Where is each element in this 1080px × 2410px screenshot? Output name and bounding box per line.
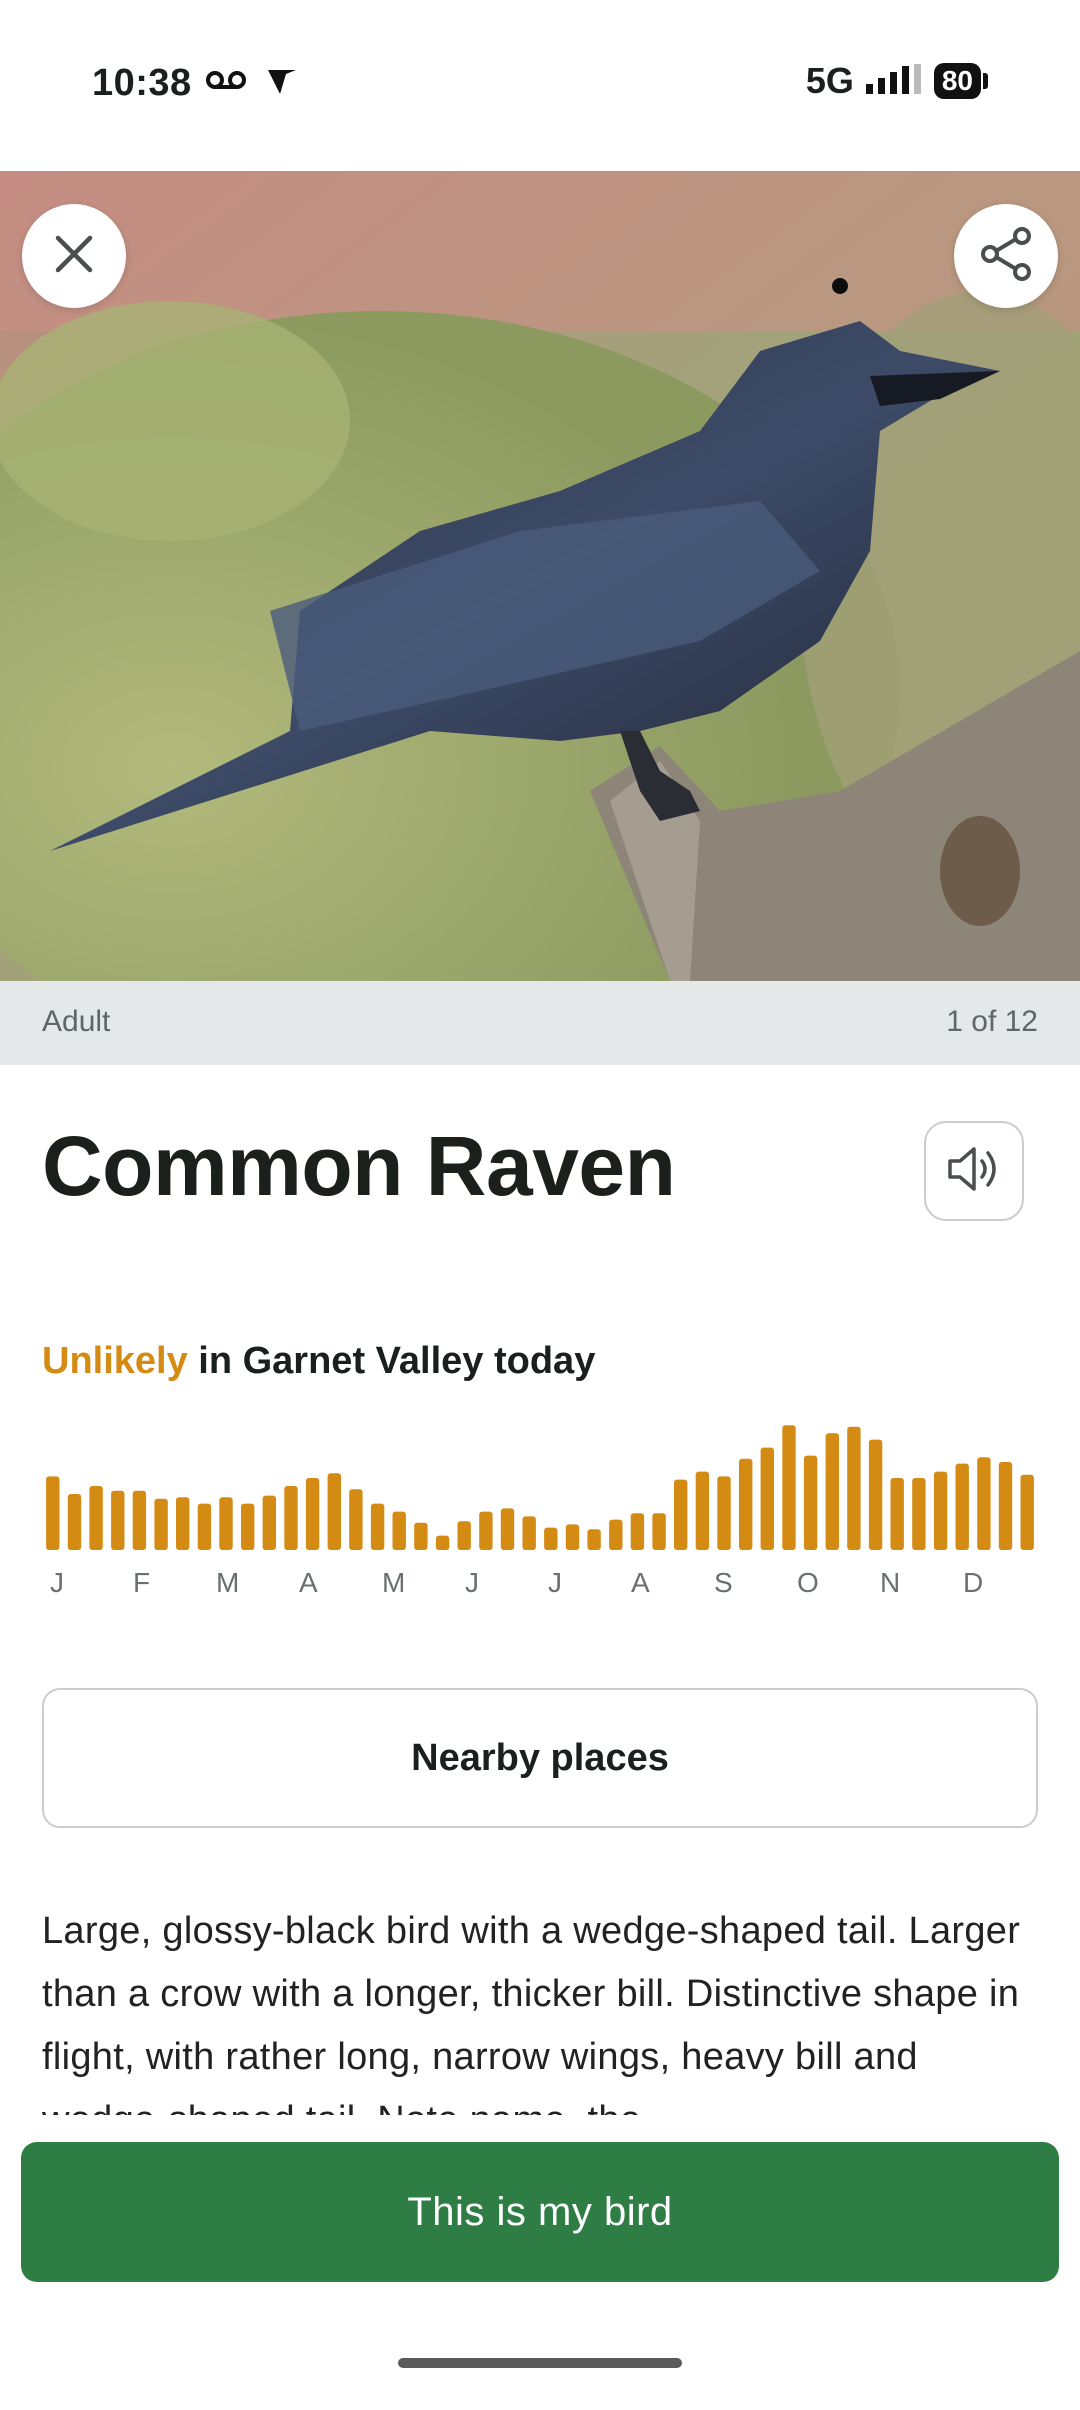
month-tick-label: J [548, 1567, 562, 1598]
chart-bar [111, 1490, 125, 1550]
play-sound-button[interactable] [924, 1121, 1024, 1221]
month-tick-label: J [465, 1567, 479, 1598]
month-tick-label: O [797, 1567, 819, 1598]
chart-bar [132, 1490, 147, 1550]
month-tick-label: M [382, 1567, 405, 1598]
chart-bar [392, 1511, 406, 1550]
likelihood-text: Unlikely in Garnet Valley today [42, 1340, 595, 1383]
chart-bar [803, 1455, 818, 1550]
chart-bar [652, 1513, 666, 1550]
month-tick-label: A [631, 1567, 650, 1598]
month-tick-label: S [714, 1567, 733, 1598]
bird-description: Large, glossy-black bird with a wedge-sh… [42, 1910, 1021, 2115]
chart-bar [760, 1447, 774, 1550]
chart-bar [500, 1508, 515, 1550]
photo-age-label: Adult [42, 1005, 111, 1038]
month-tick-label: J [50, 1567, 64, 1598]
chart-bar [89, 1486, 103, 1550]
photo-counter: 1 of 12 [946, 1005, 1038, 1038]
home-indicator [398, 2358, 682, 2368]
chart-bar [349, 1489, 363, 1550]
month-tick-label: D [963, 1567, 983, 1598]
chart-bar [435, 1535, 450, 1550]
chart-bar [457, 1521, 471, 1550]
month-tick-label: A [299, 1567, 318, 1598]
chart-bar [197, 1503, 212, 1550]
chart-bar [630, 1513, 645, 1550]
chart-bar [327, 1473, 341, 1550]
share-icon [978, 226, 1034, 287]
chart-bar [695, 1471, 710, 1550]
month-tick-label: M [216, 1567, 239, 1598]
close-icon [54, 234, 94, 279]
signal-icon [864, 62, 924, 101]
photo-caption-bar: Adult 1 of 12 [0, 981, 1080, 1065]
chart-bar [868, 1439, 883, 1550]
chart-bar [912, 1478, 926, 1550]
voicemail-icon [205, 66, 247, 99]
chart-bar [67, 1494, 82, 1550]
chart-bar [1020, 1474, 1034, 1550]
chart-bar [587, 1529, 601, 1550]
speaker-icon [944, 1143, 1004, 1200]
chart-bar [414, 1522, 428, 1550]
battery-level: 80 [933, 63, 981, 99]
chart-bar [674, 1479, 688, 1550]
bird-photo[interactable] [0, 171, 1080, 981]
chart-bar [717, 1476, 731, 1550]
chart-bar [565, 1524, 580, 1550]
chart-bar [370, 1503, 385, 1550]
chart-bar [176, 1497, 190, 1550]
nearby-places-button[interactable]: Nearby places [42, 1688, 1038, 1828]
month-tick-label: N [880, 1567, 900, 1598]
bird-name-title: Common Raven [42, 1119, 676, 1213]
chart-bar [847, 1426, 861, 1550]
close-button[interactable] [22, 204, 126, 308]
likelihood-location: in Garnet Valley today [187, 1340, 596, 1382]
chart-bar [241, 1503, 255, 1550]
chart-bar [46, 1476, 60, 1550]
network-label: 5G [805, 60, 854, 101]
chart-bar [219, 1497, 233, 1550]
chart-bar [782, 1425, 796, 1550]
chart-bar [825, 1433, 839, 1550]
chart-bar [479, 1511, 493, 1550]
chart-bar [933, 1471, 948, 1550]
seasonality-chart: JFMAMJJASOND [46, 1425, 1034, 1598]
location-arrow-icon [266, 66, 298, 101]
chart-bar [890, 1478, 904, 1550]
chart-bar [154, 1498, 168, 1550]
share-button[interactable] [954, 204, 1058, 308]
chart-bar [262, 1495, 276, 1550]
chart-bar [955, 1463, 969, 1550]
chart-bar [544, 1527, 558, 1550]
chart-bar [998, 1462, 1013, 1550]
chart-bar [305, 1478, 320, 1550]
chart-bar [609, 1519, 623, 1550]
battery-tip [983, 73, 988, 89]
month-tick-label: F [133, 1567, 150, 1598]
chart-bar [977, 1457, 991, 1550]
chart-bar [284, 1486, 298, 1550]
chart-bar [522, 1516, 536, 1550]
battery-indicator: 80 [933, 63, 988, 99]
chart-bar [739, 1458, 753, 1550]
likelihood-status: Unlikely [42, 1340, 188, 1382]
this-is-my-bird-button[interactable]: This is my bird [21, 2142, 1059, 2282]
raven-photo [0, 171, 1080, 981]
status-time: 10:38 [92, 62, 192, 104]
status-bar: 10:38 5G 80 [0, 0, 1080, 171]
